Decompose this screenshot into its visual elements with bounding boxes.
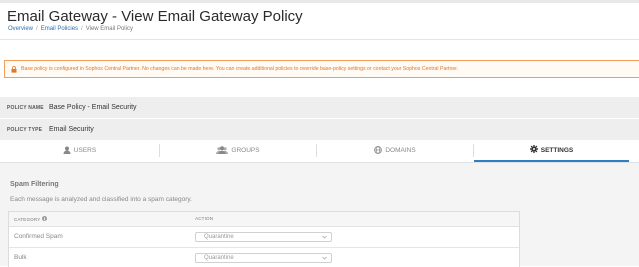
tab-settings-label: SETTINGS bbox=[540, 146, 574, 154]
tab-domains-label: DOMAINS bbox=[385, 147, 416, 154]
breadcrumb: Overview / Email Policies / View Email Polic… bbox=[8, 26, 133, 32]
breadcrumb-separator: / bbox=[81, 26, 83, 32]
tab-users[interactable]: USERS bbox=[0, 140, 159, 161]
tab-groups[interactable]: GROUPS bbox=[160, 140, 316, 161]
column-header-category: CATEGORY bbox=[14, 216, 48, 222]
row-category: Bulk bbox=[14, 254, 27, 261]
breadcrumb-overview[interactable]: Overview bbox=[8, 26, 33, 32]
section-description: Each message is analyzed and classified … bbox=[10, 196, 192, 203]
policy-type-label: POLICY TYPE bbox=[7, 126, 43, 133]
action-select[interactable]: Quarantine bbox=[195, 232, 332, 242]
page-title: Email Gateway - View Email Gateway Polic… bbox=[7, 8, 303, 25]
table-row: Bulk Quarantine bbox=[9, 248, 519, 267]
row-category: Confirmed Spam bbox=[14, 233, 63, 240]
policy-type-value: Email Security bbox=[49, 126, 94, 133]
spam-category-table: CATEGORY ACTION Confirmed Spam Quarantin… bbox=[8, 211, 520, 267]
policy-type-row: POLICY TYPE Email Security bbox=[0, 119, 639, 140]
policy-name-label: POLICY NAME bbox=[7, 104, 44, 111]
header-divider bbox=[0, 39, 639, 40]
section-title: Spam Filtering bbox=[10, 181, 59, 188]
lock-icon bbox=[9, 65, 18, 73]
column-header-action: ACTION bbox=[195, 216, 214, 221]
tab-groups-label: GROUPS bbox=[231, 147, 260, 154]
breadcrumb-separator: / bbox=[36, 26, 38, 32]
chevron-down-icon bbox=[322, 235, 327, 241]
action-select-value: Quarantine bbox=[204, 234, 234, 240]
globe-icon bbox=[374, 145, 383, 156]
tab-settings[interactable]: SETTINGS bbox=[474, 140, 629, 162]
chevron-down-icon bbox=[322, 256, 327, 262]
group-icon bbox=[216, 145, 229, 156]
action-select-value: Quarantine bbox=[204, 255, 234, 261]
policy-name-value: Base Policy - Email Security bbox=[49, 104, 137, 111]
breadcrumb-email-policies[interactable]: Email Policies bbox=[41, 26, 78, 32]
tab-domains[interactable]: DOMAINS bbox=[317, 140, 473, 161]
column-category-label: CATEGORY bbox=[14, 216, 41, 222]
user-icon bbox=[63, 146, 71, 156]
breadcrumb-current: View Email Policy bbox=[85, 26, 133, 32]
top-strip bbox=[0, 0, 639, 3]
info-icon[interactable] bbox=[42, 216, 48, 222]
action-select[interactable]: Quarantine bbox=[195, 253, 332, 263]
tab-users-label: USERS bbox=[73, 147, 97, 154]
gear-icon bbox=[529, 144, 539, 155]
alert-message: Base policy is configured in Sophos Cent… bbox=[21, 66, 459, 72]
policy-name-row: POLICY NAME Base Policy - Email Security bbox=[0, 97, 639, 118]
table-header: CATEGORY ACTION bbox=[9, 212, 519, 227]
table-row: Confirmed Spam Quarantine bbox=[9, 227, 519, 248]
policy-tabs: USERS GROUPS DOMAINS SETTINGS bbox=[0, 140, 639, 163]
policy-alert: Base policy is configured in Sophos Cent… bbox=[4, 60, 639, 78]
